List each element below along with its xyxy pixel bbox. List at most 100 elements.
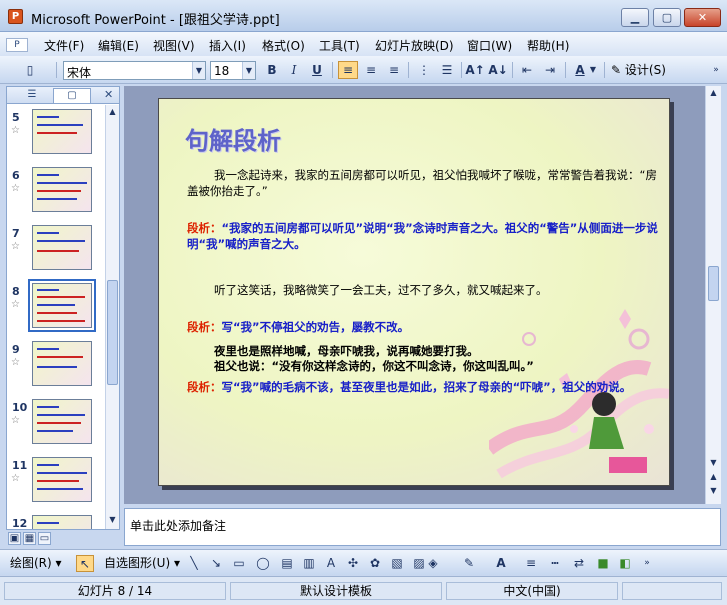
slide-thumbnail-selected[interactable] bbox=[28, 279, 96, 332]
paragraph-3-line-1[interactable]: 夜里也是照样地喊，母亲吓唬我，说再喊她要打我。 bbox=[214, 343, 664, 359]
align-left-icon[interactable]: ≡ bbox=[338, 61, 358, 79]
scrollbar-thumb[interactable] bbox=[708, 266, 719, 301]
slide-thumbnail-row[interactable]: 11 ☆ bbox=[7, 453, 105, 511]
decrease-indent-icon[interactable]: ⇤ bbox=[517, 61, 537, 79]
slide-thumbnail-row[interactable]: 12 bbox=[7, 511, 105, 529]
current-slide[interactable]: 句解段析 我一念起诗来，我家的五间房都可以听见，祖父怕我喊坏了喉咙，常常警告着我… bbox=[158, 98, 670, 486]
document-menu-icon[interactable]: P bbox=[6, 38, 28, 52]
arrow-style-icon[interactable]: ⇄ bbox=[570, 555, 588, 572]
paragraph-1[interactable]: 我一念起诗来，我家的五间房都可以听见，祖父怕我喊坏了喉咙，常常警告着我说：“房盖… bbox=[187, 167, 665, 199]
paragraph-2[interactable]: 听了这笑话，我略微笑了一会工夫，过不了多久，就又喊起来了。 bbox=[214, 282, 664, 298]
menu-view[interactable]: 视图(V) bbox=[153, 37, 195, 54]
tab-outline[interactable]: ☰ bbox=[13, 88, 51, 103]
align-center-icon[interactable]: ≡ bbox=[361, 61, 381, 79]
slides-pane-scrollbar[interactable]: ▲ ▼ bbox=[105, 105, 119, 529]
autoshapes-menu-button[interactable]: 自选图形(U) ▾ bbox=[104, 555, 180, 572]
menu-slideshow[interactable]: 幻灯片放映(D) bbox=[375, 37, 454, 54]
draw-menu-button[interactable]: 绘图(R) ▾ bbox=[10, 555, 62, 572]
picture-icon[interactable]: ▧ bbox=[388, 555, 406, 572]
scroll-down-icon[interactable]: ▼ bbox=[107, 515, 118, 524]
increase-indent-icon[interactable]: ⇥ bbox=[540, 61, 560, 79]
dash-style-icon[interactable]: ┅ bbox=[546, 555, 564, 572]
slide-thumbnail-row[interactable]: 9 ☆ bbox=[7, 337, 105, 395]
powerpoint-app-icon[interactable]: P bbox=[8, 9, 23, 24]
slide-scrollbar[interactable]: ▲ ▼ ▲ ▼ bbox=[705, 86, 721, 504]
bold-button[interactable]: B bbox=[262, 61, 282, 79]
clipart-icon[interactable]: ✿ bbox=[366, 555, 384, 572]
diagram-icon[interactable]: ✣ bbox=[344, 555, 362, 572]
menu-tools[interactable]: 工具(T) bbox=[319, 37, 360, 54]
decrease-font-size-icon[interactable]: A↓ bbox=[488, 61, 508, 79]
analysis-2[interactable]: 段析：写“我”不停祖父的劝告，屡教不改。 bbox=[187, 319, 665, 335]
slide-thumbnail[interactable] bbox=[32, 167, 92, 212]
line-tool-icon[interactable]: ╲ bbox=[185, 555, 203, 572]
slide-thumbnail[interactable] bbox=[32, 109, 92, 154]
maximize-button[interactable]: ▢ bbox=[653, 8, 681, 27]
slide-thumbnail[interactable] bbox=[32, 341, 92, 386]
underline-button[interactable]: U bbox=[307, 61, 327, 79]
menu-help[interactable]: 帮助(H) bbox=[527, 37, 569, 54]
font-size-combo[interactable]: 18 ▼ bbox=[210, 61, 256, 80]
toolbar-options-icon[interactable]: » bbox=[638, 555, 656, 572]
shadow-style-icon[interactable]: ■ bbox=[594, 555, 612, 572]
menu-insert[interactable]: 插入(I) bbox=[209, 37, 246, 54]
slide-thumbnail[interactable] bbox=[32, 225, 92, 270]
slide-thumbnail-row[interactable]: 7 ☆ bbox=[7, 221, 105, 279]
slide-thumbnail-row[interactable]: 6 ☆ bbox=[7, 163, 105, 221]
bulleted-list-icon[interactable]: ☰ bbox=[437, 61, 457, 79]
scroll-up-icon[interactable]: ▲ bbox=[107, 107, 118, 116]
next-slide-icon[interactable]: ▼ bbox=[708, 486, 719, 495]
design-button[interactable]: ✎ 设计(S) bbox=[611, 61, 671, 79]
menu-edit[interactable]: 编辑(E) bbox=[98, 37, 139, 54]
new-document-icon[interactable]: ▯ bbox=[20, 61, 40, 79]
textbox-tool-icon[interactable]: ▤ bbox=[278, 555, 296, 572]
chevron-down-icon[interactable]: ▼ bbox=[192, 62, 205, 79]
slide-thumbnail[interactable] bbox=[32, 399, 92, 444]
slide-sorter-view-icon[interactable]: ▦ bbox=[23, 532, 36, 545]
select-pointer-icon[interactable]: ↖ bbox=[76, 555, 94, 572]
slide-thumbnail[interactable] bbox=[32, 457, 92, 502]
scrollbar-thumb[interactable] bbox=[107, 280, 118, 385]
tab-slides[interactable]: ▢ bbox=[53, 88, 91, 103]
fill-color-icon[interactable]: ◈ bbox=[424, 555, 442, 572]
line-style-icon[interactable]: ≡ bbox=[522, 555, 540, 572]
align-right-icon[interactable]: ≡ bbox=[384, 61, 404, 79]
toolbar-options-icon[interactable]: » bbox=[706, 61, 726, 79]
normal-view-icon[interactable]: ▣ bbox=[8, 532, 21, 545]
slide-thumbnail[interactable] bbox=[32, 515, 92, 529]
slide-thumbnail-row[interactable]: 8 ☆ bbox=[7, 279, 105, 337]
chevron-down-icon[interactable]: ▼ bbox=[588, 61, 598, 79]
font-color-icon[interactable]: A bbox=[570, 61, 590, 79]
3d-style-icon[interactable]: ◧ bbox=[616, 555, 634, 572]
arrow-tool-icon[interactable]: ↘ bbox=[207, 555, 225, 572]
notes-pane[interactable]: 单击此处添加备注 bbox=[124, 508, 721, 546]
slide-title[interactable]: 句解段析 bbox=[185, 121, 281, 156]
notes-placeholder[interactable]: 单击此处添加备注 bbox=[130, 517, 226, 534]
analysis-3[interactable]: 段析：写“我”喊的毛病不该，甚至夜里也是如此，招来了母亲的“吓唬”，祖父的劝说。 bbox=[187, 379, 669, 395]
vertical-textbox-icon[interactable]: ▥ bbox=[300, 555, 318, 572]
increase-font-size-icon[interactable]: A↑ bbox=[465, 61, 485, 79]
slideshow-view-icon[interactable]: ▭ bbox=[38, 532, 51, 545]
close-button[interactable]: ✕ bbox=[684, 8, 721, 27]
italic-button[interactable]: I bbox=[284, 61, 304, 79]
close-icon[interactable]: ✕ bbox=[104, 88, 113, 101]
numbered-list-icon[interactable]: ⋮ bbox=[414, 61, 434, 79]
menu-window[interactable]: 窗口(W) bbox=[467, 37, 512, 54]
paragraph-3-line-2[interactable]: 祖父也说：“没有你这样念诗的，你这不叫念诗，你这叫乱叫。” bbox=[214, 358, 664, 374]
rectangle-tool-icon[interactable]: ▭ bbox=[230, 555, 248, 572]
oval-tool-icon[interactable]: ◯ bbox=[254, 555, 272, 572]
analysis-1[interactable]: 段析：“我家的五间房都可以听见”说明“我”念诗时声音之大。祖父的“警告”从侧面进… bbox=[187, 220, 665, 252]
slide-thumbnail-row[interactable]: 10 ☆ bbox=[7, 395, 105, 453]
font-color-icon[interactable]: A bbox=[492, 555, 510, 572]
menu-file[interactable]: 文件(F) bbox=[44, 37, 84, 54]
slide-thumbnail-row[interactable]: 5 ☆ bbox=[7, 105, 105, 163]
minimize-button[interactable]: ▁ bbox=[621, 8, 649, 27]
scroll-down-icon[interactable]: ▼ bbox=[708, 458, 719, 467]
menu-format[interactable]: 格式(O) bbox=[262, 37, 305, 54]
wordart-icon[interactable]: A bbox=[322, 555, 340, 572]
scroll-up-icon[interactable]: ▲ bbox=[708, 88, 719, 97]
line-color-icon[interactable]: ✎ bbox=[460, 555, 478, 572]
previous-slide-icon[interactable]: ▲ bbox=[708, 472, 719, 481]
font-name-combo[interactable]: 宋体 ▼ bbox=[63, 61, 206, 80]
chevron-down-icon[interactable]: ▼ bbox=[242, 62, 255, 79]
